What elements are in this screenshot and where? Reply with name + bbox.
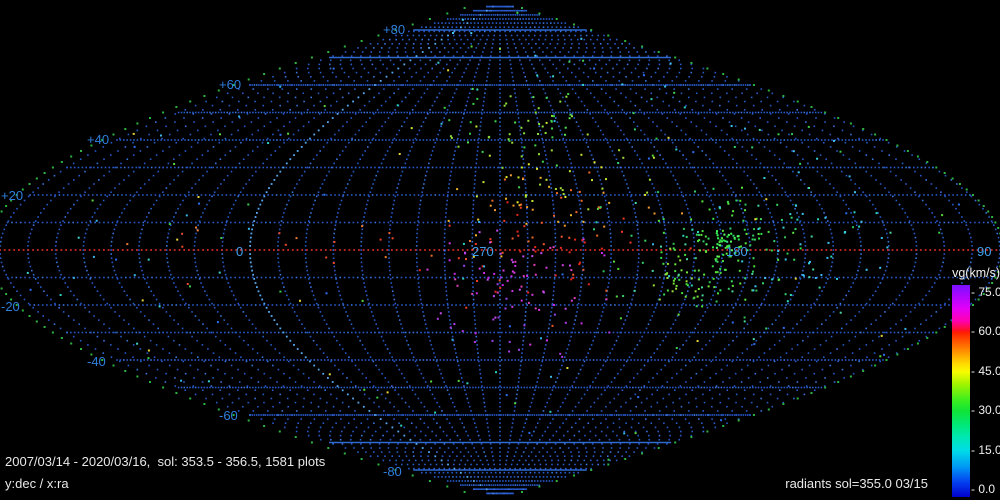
vg-colorbar-gradient bbox=[952, 285, 970, 497]
colorbar-tick-0.0: - 0.0 bbox=[971, 483, 995, 496]
colorbar-tick-60.0: - 60.0 bbox=[971, 325, 1000, 338]
colorbar-tick-75.0: - 75.0 bbox=[971, 286, 1000, 299]
ra-label-180: 180 bbox=[726, 244, 748, 259]
meteor-radiant-dots[interactable] bbox=[26, 11, 960, 461]
colorbar-tick-value: 45.0 bbox=[978, 364, 1000, 378]
celestial-equator-line bbox=[0, 249, 998, 251]
vg-colorbar bbox=[952, 285, 970, 497]
colorbar-tick-value: 0.0 bbox=[978, 482, 996, 496]
colorbar-tick-value: 75.0 bbox=[978, 285, 1000, 299]
dec-label--20: -20 bbox=[1, 299, 20, 314]
dec-label-+80: +80 bbox=[383, 22, 406, 37]
colorbar-tick-value: 60.0 bbox=[978, 324, 1000, 338]
dec-label-+40: +40 bbox=[87, 132, 110, 147]
dec-label--40: -40 bbox=[87, 354, 106, 369]
footer-axes-caption: y:dec / x:ra bbox=[5, 476, 69, 491]
dec-label--80: -80 bbox=[383, 464, 402, 479]
colorbar-tick-45.0: - 45.0 bbox=[971, 365, 1000, 378]
dec-label--60: -60 bbox=[219, 408, 238, 423]
radiant-map-window: +80 +60 +40 +20 -20 -40 -60 -80 0 270 180 90 - 75.0 -… bbox=[0, 0, 1000, 500]
footer-radiants-sol: radiants sol=355.0 03/15 bbox=[785, 476, 928, 491]
colorbar-tick-value: 15.0 bbox=[978, 443, 1000, 457]
ra-label-270: 270 bbox=[472, 244, 494, 259]
sky-map-canvas[interactable] bbox=[0, 0, 1000, 500]
ra-label-90: 90 bbox=[977, 244, 992, 259]
dec-label-+20: +20 bbox=[1, 188, 24, 203]
dec-label-+60: +60 bbox=[219, 77, 242, 92]
footer-date-range: 2007/03/14 - 2020/03/16, sol: 353.5 - 35… bbox=[5, 454, 326, 469]
colorbar-tick-15.0: - 15.0 bbox=[971, 444, 1000, 457]
colorbar-tick-30.0: - 30.0 bbox=[971, 404, 1000, 417]
ra-label-0: 0 bbox=[236, 244, 244, 259]
colorbar-title: vg(km/s) bbox=[952, 266, 1000, 280]
colorbar-tick-value: 30.0 bbox=[978, 403, 1000, 417]
